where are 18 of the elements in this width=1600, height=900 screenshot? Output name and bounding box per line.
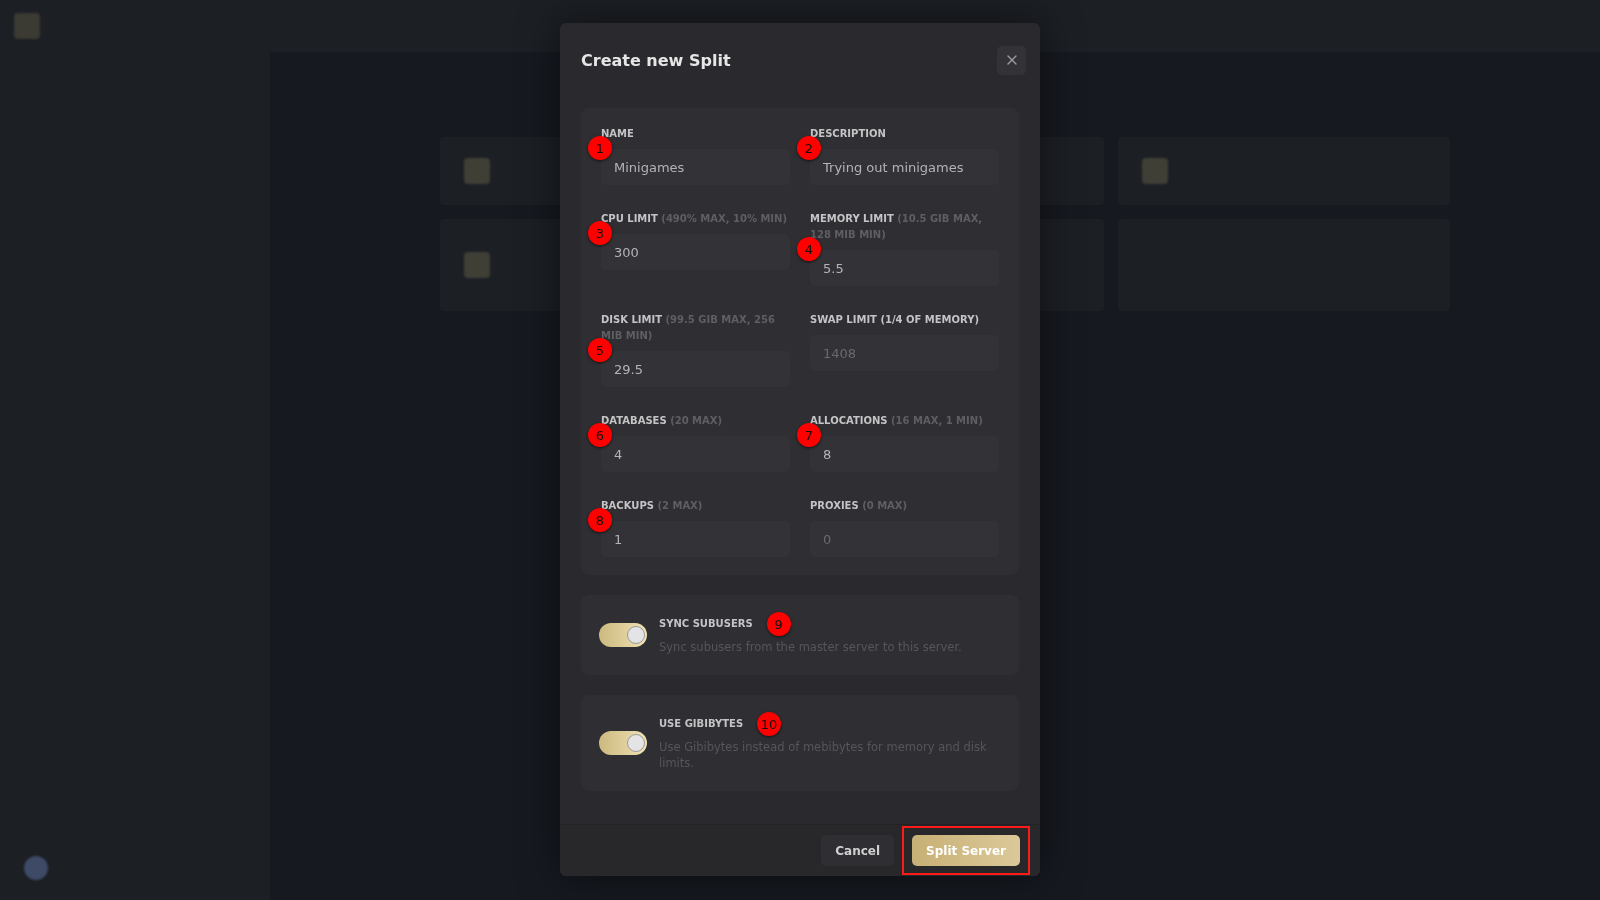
input-field[interactable]: Minigames — [601, 149, 790, 185]
annotation-marker: 9 — [766, 612, 791, 636]
input-field[interactable]: 8 — [810, 436, 999, 472]
annotation-marker: 7 — [797, 423, 821, 447]
cancel-button[interactable]: Cancel — [821, 835, 895, 866]
annotation-marker: 5 — [588, 338, 612, 362]
toggle-label: SYNC SUBUSERS — [659, 617, 753, 631]
annotation-marker: 1 — [588, 136, 612, 160]
annotation-marker: 6 — [588, 423, 612, 447]
dialog-title: Create new Split — [581, 50, 731, 70]
annotation-marker: 2 — [797, 136, 821, 160]
annotation-marker: 8 — [588, 508, 612, 532]
annotation-marker: 3 — [588, 221, 612, 245]
annotation-marker: 4 — [797, 237, 821, 261]
input-field[interactable]: Trying out minigames — [810, 149, 999, 185]
toggle-label: USE GIBIBYTES — [659, 717, 744, 731]
annotation-marker: 10 — [757, 712, 782, 736]
field-label: SWAP LIMIT (1/4 OF MEMORY) — [810, 313, 981, 327]
